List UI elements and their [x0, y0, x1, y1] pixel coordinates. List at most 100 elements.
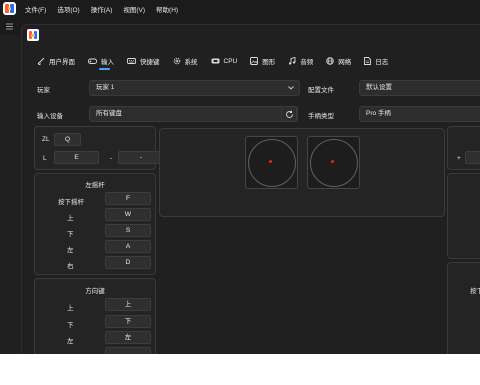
key-value: D	[125, 259, 131, 266]
tab-cpu[interactable]: CPU	[211, 57, 238, 65]
brush-icon	[37, 57, 45, 65]
stick-range-circle	[310, 139, 358, 187]
menu-items: 文件(F) 选项(O) 操作(A) 视图(V) 帮助(H)	[25, 0, 189, 18]
tab-audio[interactable]: 音频	[288, 56, 313, 66]
stick-press-key-button[interactable]: F	[105, 192, 151, 205]
controller-type-value: Pro 手柄	[366, 110, 391, 117]
menu-file[interactable]: 文件(F)	[25, 4, 46, 14]
stick-down-key-button[interactable]: S	[105, 224, 151, 237]
player-label: 玩家	[37, 87, 50, 94]
tab-graphics[interactable]: 图形	[250, 56, 275, 66]
right-buttons-panel	[447, 173, 480, 259]
menu-actions[interactable]: 操作(A)	[91, 4, 113, 14]
menu-help[interactable]: 帮助(H)	[156, 4, 178, 14]
stick-left-label: 左	[67, 247, 74, 254]
dpad-down-label: 下	[67, 322, 74, 329]
dpad-up-label: 上	[67, 305, 74, 312]
tab-system[interactable]: 系统	[173, 56, 198, 66]
stick-press-label: 按下摇杆	[58, 199, 84, 206]
l-key: E	[74, 154, 79, 161]
tab-label: CPU	[223, 57, 238, 65]
app-logo-icon	[3, 2, 16, 15]
tab-label: 系统	[184, 59, 198, 66]
dpad-panel: 方向键 上 上 下 下 左 左	[34, 278, 156, 354]
log-icon	[364, 57, 372, 65]
stick-range-circle	[248, 139, 296, 187]
tab-label: 网络	[338, 59, 352, 66]
tab-ui[interactable]: 用户界面	[37, 56, 75, 66]
settings-dialog: 用户界面 输入 快捷键 系统 CPU 图形 音频 网络 日志 玩家 玩家 1 配…	[21, 24, 480, 354]
stick-up-key-button[interactable]: W	[105, 208, 151, 221]
input-device-label: 输入设备	[37, 113, 63, 120]
left-stick-panel: 左摇杆 按下摇杆 F 上 W 下 S 左 A 右 D	[34, 173, 156, 275]
image-icon	[250, 57, 259, 65]
dpad-right-key-button[interactable]	[105, 347, 151, 354]
zl-key-button[interactable]: Q	[54, 133, 81, 146]
menu-view[interactable]: 视图(V)	[123, 4, 145, 14]
refresh-icon	[285, 110, 293, 118]
dialog-logo-icon	[27, 29, 39, 41]
stick-position-dot	[269, 160, 272, 163]
tab-hotkeys[interactable]: 快捷键	[127, 56, 160, 66]
key-value: F	[126, 195, 130, 202]
player-select[interactable]: 玩家 1	[89, 80, 300, 96]
key-value: 上	[124, 301, 132, 308]
input-device-select[interactable]: 所有键盘	[89, 106, 298, 122]
sidebar-toggle-icon[interactable]	[4, 21, 15, 32]
tab-label: 日志	[375, 59, 389, 66]
stick-left-key-button[interactable]: A	[105, 240, 151, 253]
key-value: S	[125, 227, 131, 234]
controller-type-select[interactable]: Pro 手柄	[359, 106, 480, 122]
tab-label: 用户界面	[49, 59, 75, 66]
gear-icon	[173, 57, 180, 65]
player-value: 玩家 1	[96, 84, 115, 91]
stick-up-label: 上	[67, 215, 74, 222]
input-device-value: 所有键盘	[96, 110, 122, 117]
plus-key-button[interactable]	[465, 151, 480, 164]
keyboard-icon	[127, 58, 136, 64]
dpad-down-key-button[interactable]: 下	[105, 315, 151, 328]
stick-right-key-button[interactable]: D	[105, 256, 151, 269]
chevron-down-icon	[288, 86, 294, 90]
l-key-button[interactable]: E	[54, 151, 99, 164]
shoulder-buttons-panel: ZL Q L E - -	[34, 126, 163, 170]
refresh-devices-button[interactable]	[281, 106, 297, 122]
right-stick-press-label: 按下	[470, 288, 480, 295]
minus-label: -	[110, 155, 113, 162]
settings-tabs: 用户界面 输入 快捷键 系统 CPU 图形 音频 网络 日志	[37, 54, 401, 70]
app-window: 文件(F) 选项(O) 操作(A) 视图(V) 帮助(H) 用户界面 输入 快捷…	[0, 0, 480, 354]
menu-options[interactable]: 选项(O)	[57, 4, 79, 14]
controller-preview-panel	[159, 128, 445, 217]
tab-label: 快捷键	[140, 59, 160, 66]
dpad-up-key-button[interactable]: 上	[105, 298, 151, 311]
left-stick-preview	[245, 136, 298, 189]
tab-log[interactable]: 日志	[364, 56, 388, 66]
dpad-title: 方向键	[85, 288, 105, 295]
plus-label: +	[457, 155, 461, 162]
tab-input[interactable]: 输入	[88, 56, 114, 70]
menubar: 文件(F) 选项(O) 操作(A) 视图(V) 帮助(H)	[0, 0, 480, 18]
gamepad-icon	[88, 58, 97, 64]
globe-icon	[326, 57, 334, 65]
dpad-left-key-button[interactable]: 左	[105, 331, 151, 344]
cpu-icon	[211, 58, 219, 64]
zl-label: ZL	[42, 136, 50, 143]
stick-right-label: 右	[67, 263, 74, 270]
key-value: 下	[124, 318, 132, 325]
tab-network[interactable]: 网络	[326, 56, 351, 66]
profile-label: 配置文件	[308, 87, 334, 94]
left-stick-title: 左摇杆	[85, 182, 105, 189]
stick-down-label: 下	[67, 231, 74, 238]
profile-select[interactable]: 默认设置	[359, 80, 480, 96]
tab-label: 音频	[300, 59, 314, 66]
minus-key-button[interactable]: -	[118, 151, 163, 164]
tab-label: 图形	[262, 59, 276, 66]
right-shoulder-panel: +	[447, 126, 480, 170]
stick-position-dot	[331, 160, 334, 163]
minus-key: -	[139, 154, 143, 161]
tab-label: 输入	[101, 59, 114, 66]
dpad-left-label: 左	[67, 338, 74, 345]
right-stick-preview	[307, 136, 360, 189]
music-icon	[289, 57, 296, 65]
zl-key: Q	[64, 136, 71, 143]
